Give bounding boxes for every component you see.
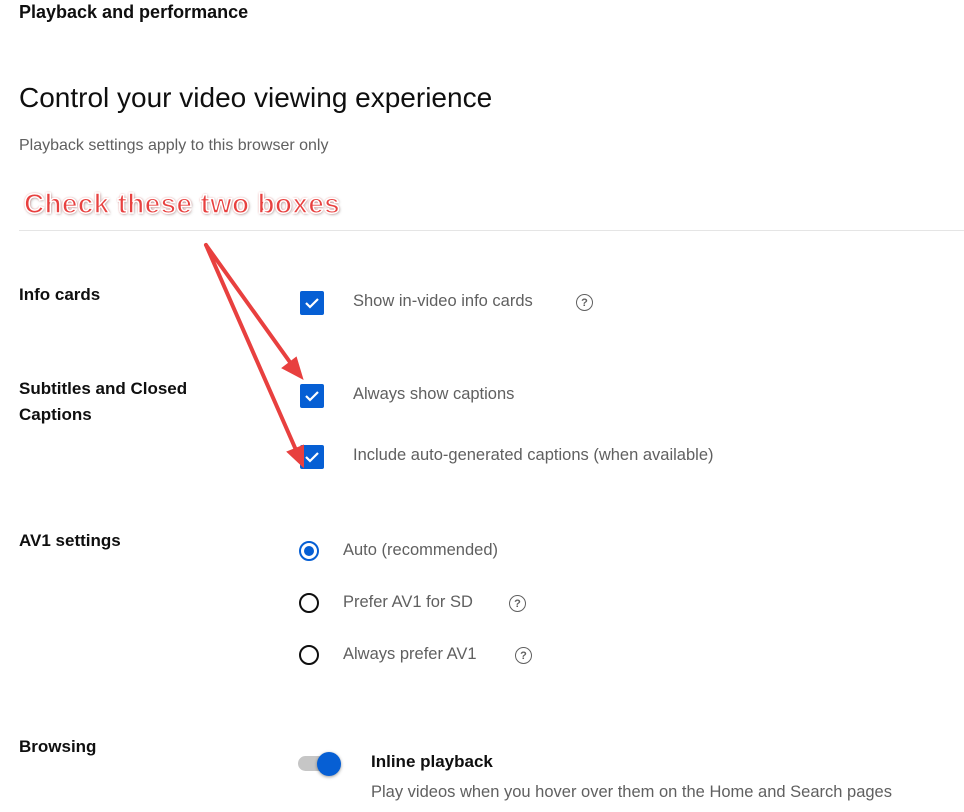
inline-playback-title: Inline playback (371, 752, 493, 771)
av1-label: AV1 settings (19, 531, 121, 550)
inline-playback-description: Play videos when you hover over them on … (371, 783, 892, 801)
av1-always-radio[interactable] (299, 645, 319, 665)
av1-prefer-sd-label: Prefer AV1 for SD (343, 593, 473, 611)
toggle-knob (317, 752, 341, 776)
av1-always-label: Always prefer AV1 (343, 645, 477, 663)
annotation-arrows-icon (204, 243, 304, 469)
help-icon[interactable]: ? (515, 647, 532, 664)
av1-prefer-sd-radio[interactable] (299, 593, 319, 613)
av1-auto-radio[interactable] (299, 541, 319, 561)
browsing-label: Browsing (19, 737, 97, 756)
help-icon[interactable]: ? (509, 595, 526, 612)
inline-playback-toggle[interactable] (298, 752, 341, 776)
av1-auto-label: Auto (recommended) (343, 541, 498, 559)
